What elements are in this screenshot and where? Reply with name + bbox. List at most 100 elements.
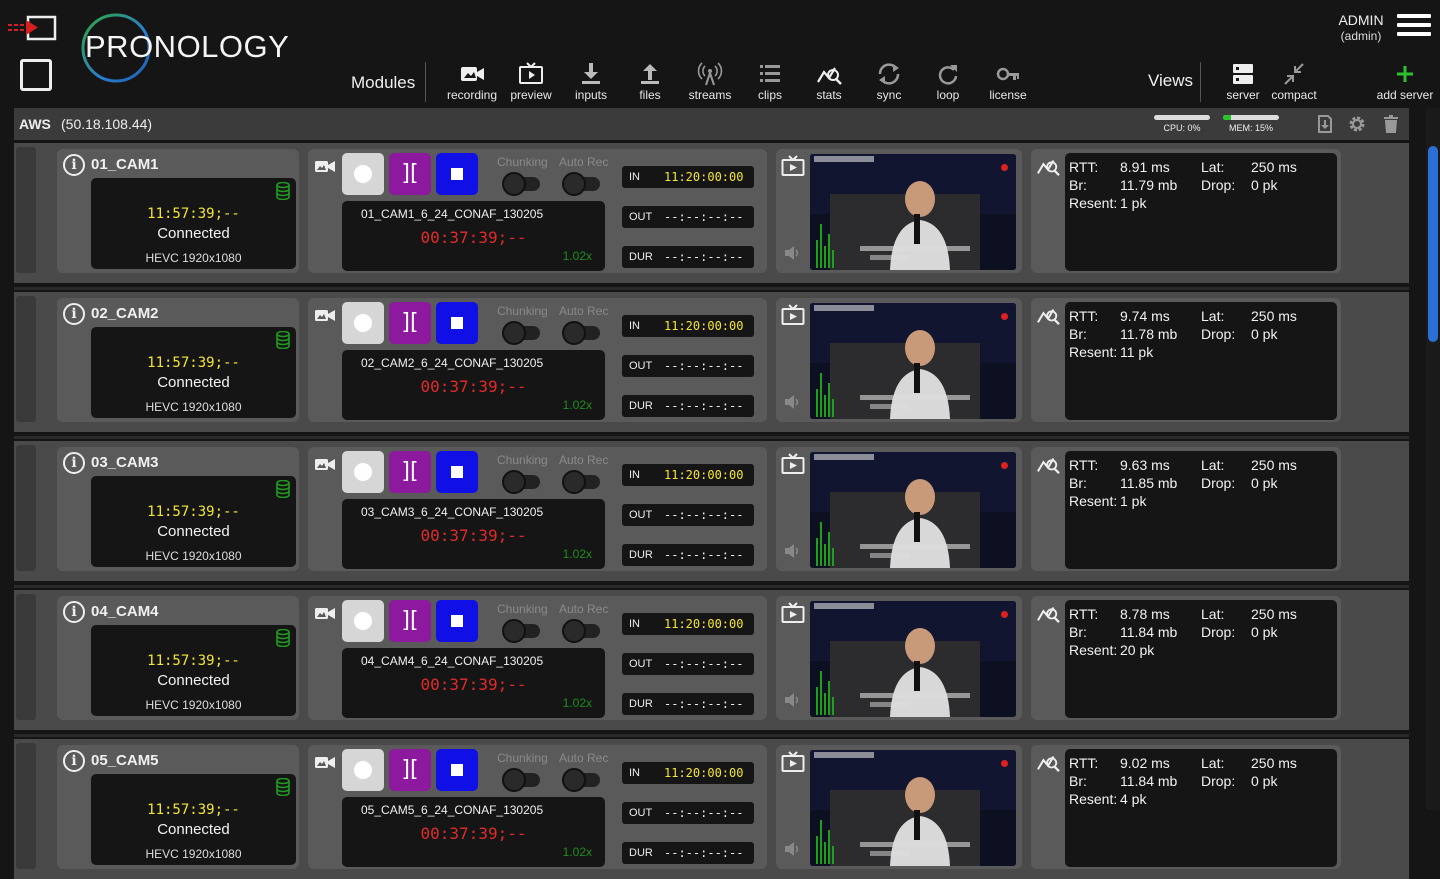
tv-play-icon bbox=[781, 155, 805, 176]
duration-field[interactable]: DUR --:--:--:-- bbox=[622, 842, 754, 864]
auto-rec-toggle[interactable] bbox=[562, 768, 602, 792]
hamburger-menu-icon[interactable] bbox=[1397, 14, 1431, 40]
auto-rec-label: Auto Rec bbox=[559, 304, 609, 318]
recording-indicator bbox=[1001, 313, 1008, 320]
nav-preview[interactable]: preview bbox=[499, 62, 563, 104]
in-timecode: 11:20:00:00 bbox=[664, 468, 744, 482]
out-point-field[interactable]: OUT --:--:--:-- bbox=[622, 653, 754, 675]
speaker-icon[interactable] bbox=[784, 394, 802, 410]
info-icon[interactable]: i bbox=[63, 750, 85, 772]
drag-handle[interactable] bbox=[16, 743, 36, 869]
gear-icon[interactable] bbox=[1347, 114, 1367, 134]
select-all-checkbox[interactable] bbox=[20, 59, 52, 91]
record-button[interactable] bbox=[342, 302, 384, 344]
chunking-toggle[interactable] bbox=[502, 768, 542, 792]
preview-panel bbox=[776, 149, 1022, 273]
chunking-toggle[interactable] bbox=[502, 321, 542, 345]
split-button[interactable]: ][ bbox=[389, 600, 431, 642]
info-icon[interactable]: i bbox=[63, 154, 85, 176]
record-duration: 00:37:39;-- bbox=[420, 824, 527, 843]
info-icon[interactable]: i bbox=[63, 452, 85, 474]
auto-rec-label: Auto Rec bbox=[559, 602, 609, 616]
database-icon bbox=[276, 331, 290, 349]
in-timecode: 11:20:00:00 bbox=[664, 319, 744, 333]
nav-loop[interactable]: loop bbox=[916, 62, 980, 104]
split-button[interactable]: ][ bbox=[389, 153, 431, 195]
in-point-field[interactable]: IN 11:20:00:00 bbox=[622, 613, 754, 635]
auto-rec-toggle[interactable] bbox=[562, 172, 602, 196]
in-point-field[interactable]: IN 11:20:00:00 bbox=[622, 464, 754, 486]
info-icon[interactable]: i bbox=[63, 601, 85, 623]
in-point-field[interactable]: IN 11:20:00:00 bbox=[622, 166, 754, 188]
resent-value: 4 pk bbox=[1120, 791, 1147, 807]
split-button[interactable]: ][ bbox=[389, 749, 431, 791]
resent-label: Resent: bbox=[1069, 195, 1118, 211]
video-preview[interactable] bbox=[810, 452, 1016, 568]
scrollbar-thumb[interactable] bbox=[1428, 146, 1438, 342]
chunking-toggle[interactable] bbox=[502, 619, 542, 643]
drag-handle[interactable] bbox=[16, 445, 36, 571]
record-button[interactable] bbox=[342, 451, 384, 493]
nav-files[interactable]: files bbox=[618, 62, 682, 104]
info-icon[interactable]: i bbox=[63, 303, 85, 325]
chunking-toggle[interactable] bbox=[502, 172, 542, 196]
auto-rec-toggle[interactable] bbox=[562, 470, 602, 494]
split-button[interactable]: ][ bbox=[389, 302, 431, 344]
user-menu[interactable]: ADMIN (admin) bbox=[1320, 12, 1402, 43]
drag-handle[interactable] bbox=[16, 147, 36, 273]
stats-icon bbox=[817, 67, 842, 85]
out-point-field[interactable]: OUT --:--:--:-- bbox=[622, 504, 754, 526]
speaker-icon[interactable] bbox=[784, 841, 802, 857]
modules-label: Modules bbox=[351, 73, 416, 92]
speaker-icon[interactable] bbox=[784, 543, 802, 559]
user-name: ADMIN bbox=[1338, 12, 1384, 28]
duration-field[interactable]: DUR --:--:--:-- bbox=[622, 395, 754, 417]
view-compact[interactable]: compact bbox=[1262, 62, 1326, 104]
input-timecode: 11:57:39;-- bbox=[147, 504, 240, 520]
nav-stats[interactable]: stats bbox=[797, 62, 861, 104]
in-point-field[interactable]: IN 11:20:00:00 bbox=[622, 762, 754, 784]
stop-button[interactable] bbox=[436, 749, 478, 791]
stop-button[interactable] bbox=[436, 600, 478, 642]
export-icon[interactable] bbox=[1315, 114, 1335, 134]
drag-handle[interactable] bbox=[16, 296, 36, 422]
auto-rec-toggle[interactable] bbox=[562, 619, 602, 643]
duration-field[interactable]: DUR --:--:--:-- bbox=[622, 693, 754, 715]
stop-button[interactable] bbox=[436, 153, 478, 195]
record-button[interactable] bbox=[342, 153, 384, 195]
auto-rec-toggle[interactable] bbox=[562, 321, 602, 345]
video-preview[interactable] bbox=[810, 750, 1016, 866]
exit-arrow-icon[interactable] bbox=[8, 14, 58, 42]
in-label: IN bbox=[629, 469, 640, 481]
drag-handle[interactable] bbox=[16, 594, 36, 720]
out-point-field[interactable]: OUT --:--:--:-- bbox=[622, 802, 754, 824]
nav-clips[interactable]: clips bbox=[738, 62, 802, 104]
nav-streams[interactable]: streams bbox=[678, 62, 742, 104]
out-point-field[interactable]: OUT --:--:--:-- bbox=[622, 355, 754, 377]
chunking-toggle[interactable] bbox=[502, 470, 542, 494]
bitrate-label: Br: bbox=[1069, 326, 1087, 342]
out-point-field[interactable]: OUT --:--:--:-- bbox=[622, 206, 754, 228]
codec-resolution: HEVC 1920x1080 bbox=[145, 251, 242, 265]
channel-row: i 01_CAM1 11:57:39;-- Connected HEVC 192… bbox=[14, 143, 1409, 283]
nav-inputs[interactable]: inputs bbox=[559, 62, 623, 104]
nav-license[interactable]: license bbox=[976, 62, 1040, 104]
video-preview[interactable] bbox=[810, 601, 1016, 717]
trash-icon[interactable] bbox=[1381, 114, 1401, 134]
record-button[interactable] bbox=[342, 600, 384, 642]
nav-sync[interactable]: sync bbox=[857, 62, 921, 104]
record-button[interactable] bbox=[342, 749, 384, 791]
nav-recording[interactable]: recording bbox=[440, 62, 504, 104]
in-point-field[interactable]: IN 11:20:00:00 bbox=[622, 315, 754, 337]
duration-field[interactable]: DUR --:--:--:-- bbox=[622, 544, 754, 566]
add-server-button[interactable]: add server bbox=[1372, 62, 1438, 104]
stop-button[interactable] bbox=[436, 451, 478, 493]
video-preview[interactable] bbox=[810, 154, 1016, 270]
duration-field[interactable]: DUR --:--:--:-- bbox=[622, 246, 754, 268]
info-panel: i 01_CAM1 11:57:39;-- Connected HEVC 192… bbox=[57, 149, 299, 273]
split-button[interactable]: ][ bbox=[389, 451, 431, 493]
stop-button[interactable] bbox=[436, 302, 478, 344]
video-preview[interactable] bbox=[810, 303, 1016, 419]
speaker-icon[interactable] bbox=[784, 692, 802, 708]
speaker-icon[interactable] bbox=[784, 245, 802, 261]
